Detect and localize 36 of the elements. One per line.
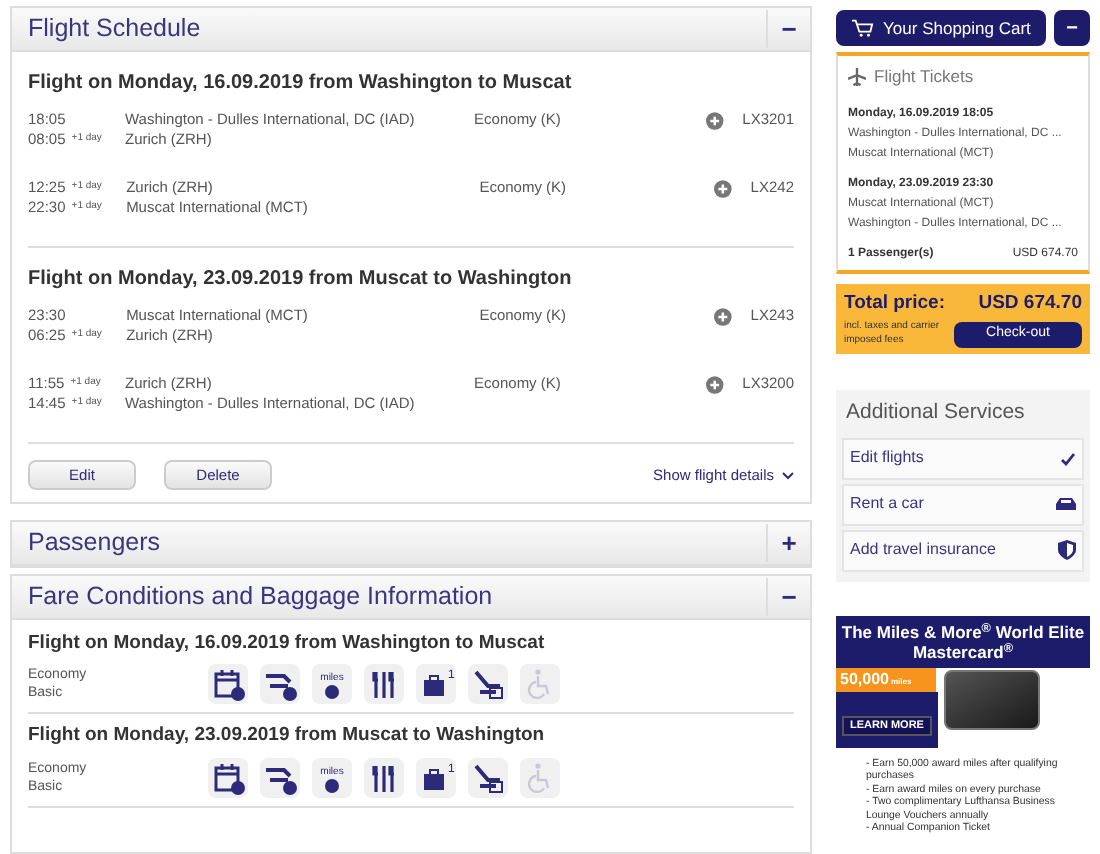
service-item[interactable]: Edit flights [842,437,1084,480]
total-price: USD 674.70 [978,289,1082,318]
cart-icon [851,18,874,38]
service-label: Rent a car [850,492,924,517]
checkmark-icon [1060,451,1076,466]
section-title: Flight Tickets [874,64,974,90]
airplane-icon [848,67,866,86]
section-title: Passengers [28,526,161,561]
services-title: Additional Services [844,398,1027,428]
ad-title: The Miles & More$^{®}$ World Elite Mastercard$^{®}$ [839,621,1087,662]
credit-card-image [943,669,1040,730]
shield-icon [1058,540,1076,561]
plus-circle-icon[interactable] [706,112,725,130]
flight-heading: Flight on Monday, 23.09.2019 from Muscat to Washington [28,722,547,751]
plus-circle-icon[interactable] [714,180,733,198]
toggle-button[interactable]: + [766,523,810,563]
plus-circle-icon[interactable] [714,308,733,326]
service-item[interactable]: Rent a car [842,483,1084,526]
service-label: Add travel insurance [850,538,996,563]
section-title: Fare Conditions and Baggage Information [28,580,493,615]
toggle-button[interactable]: − [766,9,810,49]
flight-heading: Flight on Monday, 16.09.2019 from Washington to Muscat [28,630,547,658]
service-label: Edit flights [850,446,924,471]
section-title: Flight Schedule [28,12,201,47]
service-item[interactable]: Add travel insurance [842,529,1084,572]
chevron-down-icon[interactable] [782,471,794,479]
shopping-cart-button[interactable]: Your Shopping Cart [836,10,1046,46]
section-header[interactable]: Flight Schedule − [12,8,810,52]
section-header[interactable]: Fare Conditions and Baggage Information − [12,576,810,620]
plus-circle-icon[interactable] [706,376,725,394]
total-label: Total price: [844,289,945,318]
flight-heading: Flight on Monday, 23.09.2019 from Muscat to Washington [28,266,574,294]
toggle-button[interactable]: − [766,577,810,617]
section-header[interactable]: Passengers + [12,522,810,566]
flight-heading: Flight on Monday, 16.09.2019 from Washington to Muscat [28,70,574,98]
collapse-button[interactable]: − [1054,10,1090,46]
